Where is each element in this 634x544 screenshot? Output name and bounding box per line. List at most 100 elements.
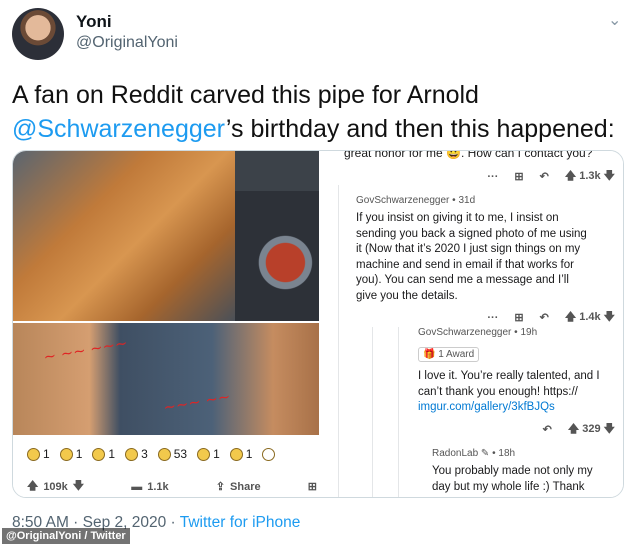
user-name[interactable]: Yoni: [76, 12, 112, 32]
comment-line: sending you back a signed photo of me us…: [356, 227, 587, 240]
score: 1.4k: [579, 311, 601, 323]
score: 1.3k: [579, 170, 601, 182]
reply-icon[interactable]: ↶: [543, 423, 552, 436]
reply-icon[interactable]: ↶: [540, 170, 549, 183]
comment-author[interactable]: GovSchwarzenegger: [418, 327, 511, 338]
vote-control[interactable]: 🡅 329 🡇: [568, 420, 615, 439]
signed-photo: ~ ~~ ~~~ ~~~ ~~: [13, 323, 319, 435]
award-icon: 🎁: [423, 349, 436, 360]
image-credit: @OriginalYoni / Twitter: [2, 528, 130, 544]
upvote-icon[interactable]: 🡅: [27, 477, 38, 496]
award-button[interactable]: ⊞: [308, 480, 317, 493]
upvote-count: 109k: [43, 480, 68, 493]
comment-body: I love it. You’re really talented, and I…: [418, 369, 622, 416]
vote-control[interactable]: 🡅 1.3k 🡇: [565, 167, 615, 186]
award-item[interactable]: 1: [27, 447, 50, 461]
award-count: 1: [75, 447, 83, 461]
comment-line: you). You can send me a message and I’ll: [356, 274, 569, 286]
comment-line: can’t thank you enough! https://: [418, 385, 578, 398]
comment-body: If you insist on giving it to me, I insi…: [356, 211, 623, 304]
award-icon: [125, 447, 139, 461]
award-count: 1: [108, 447, 116, 461]
edit-icon: ✎: [478, 448, 490, 459]
carved-pipe-photo: [13, 151, 235, 321]
score: 329: [582, 423, 601, 435]
share-label: Share: [230, 480, 261, 493]
comment-line: I love it. You’re really talented, and I: [418, 370, 600, 382]
gift-icon[interactable]: ⊞: [514, 311, 523, 324]
tweet-text: A fan on Reddit carved this pipe for Arn…: [12, 78, 622, 146]
vote-control[interactable]: 🡅 1.4k 🡇: [565, 308, 615, 327]
comments-button[interactable]: ▬ 1.1k: [131, 481, 168, 493]
comment-actions: ↶ 🡅 329 🡇: [543, 420, 615, 439]
comment-author-line: GovSchwarzenegger • 19h: [418, 327, 537, 338]
award-icon: [157, 447, 171, 461]
signature-scribble: ~ ~~ ~~~: [42, 333, 129, 367]
vote-control[interactable]: 🡅 109k 🡇: [27, 477, 84, 496]
comment-line: day but my whole life :) Thank: [432, 480, 585, 493]
comment-line: it (Now that it’s 2020 I just sign thing…: [356, 243, 581, 255]
comment-line: If you insist on giving it to me, I insi…: [356, 212, 559, 224]
tweet-source[interactable]: Twitter for iPhone: [180, 514, 301, 531]
reddit-post-screenshot: ~ ~~ ~~~ ~~~ ~~ 1 1 1 3 53 1 1 🡅 109k 🡇 ▬ 1…: [13, 151, 319, 497]
comment-line: You probably made not only my: [432, 465, 593, 477]
award-count: 1: [213, 447, 220, 461]
award-item[interactable]: 1: [229, 447, 253, 461]
award-icon: [229, 447, 243, 461]
thread-line: [372, 327, 373, 497]
award-icon: [59, 447, 73, 461]
add-award-item[interactable]: [262, 447, 276, 461]
award-badge[interactable]: 🎁 1 Award: [418, 347, 480, 362]
award-item[interactable]: 53: [157, 447, 188, 461]
signature-scribble: ~~~ ~~: [161, 387, 232, 417]
tweet-text-pre: A fan on Reddit carved this pipe for Arn…: [12, 81, 479, 109]
thread-line: [338, 185, 339, 497]
downvote-icon[interactable]: 🡇: [73, 477, 84, 496]
award-label: 1 Award: [438, 349, 475, 360]
comment-author-line: GovSchwarzenegger • 31d: [356, 195, 475, 206]
gift-icon: ⊞: [307, 481, 317, 493]
comment-age: • 18h: [489, 448, 516, 459]
award-icon: [92, 447, 106, 461]
comment-count: 1.1k: [147, 480, 169, 493]
awards-row: 1 1 1 3 53 1 1: [27, 447, 276, 461]
award-count: 1: [245, 447, 253, 461]
chevron-down-icon[interactable]: ⌄: [608, 10, 621, 30]
tweet-media-image[interactable]: ~ ~~ ~~~ ~~~ ~~ 1 1 1 3 53 1 1 🡅 109k 🡇 ▬ 1…: [12, 150, 624, 498]
award-count: 1: [43, 447, 50, 461]
imgur-link[interactable]: imgur.com/gallery/3kfBJQs: [418, 400, 622, 416]
more-icon[interactable]: ···: [487, 312, 498, 324]
comment-cut-text: great honor for me 😀. How can I contact …: [344, 150, 593, 160]
add-award-icon: [262, 447, 276, 461]
thread-line: [398, 327, 399, 497]
award-item[interactable]: 1: [59, 447, 83, 461]
award-count: 53: [173, 447, 188, 461]
comment-actions: ··· ⊞ ↶ 🡅 1.4k 🡇: [487, 308, 615, 327]
comment-icon: ▬: [131, 480, 143, 493]
award-item[interactable]: 1: [197, 447, 220, 461]
share-button[interactable]: ⇪ Share: [215, 480, 261, 494]
comment-author[interactable]: GovSchwarzenegger: [356, 195, 449, 206]
carved-pipe-side-photo: [235, 191, 319, 321]
reply-icon[interactable]: ↶: [540, 311, 549, 324]
more-icon[interactable]: ···: [487, 171, 498, 183]
avatar[interactable]: [12, 8, 64, 60]
comment-author[interactable]: RadonLab: [432, 448, 478, 459]
comment-actions: ··· ⊞ ↶ 🡅 1.3k 🡇: [487, 167, 615, 186]
mention-link[interactable]: @Schwarzenegger: [12, 115, 226, 143]
award-icon: [27, 447, 40, 461]
user-handle[interactable]: @OriginalYoni: [76, 34, 178, 52]
gift-icon[interactable]: ⊞: [514, 170, 523, 183]
award-count: 3: [141, 447, 148, 461]
comment-age: • 31d: [449, 195, 476, 206]
award-item[interactable]: 3: [125, 447, 148, 461]
award-item[interactable]: 1: [92, 447, 115, 461]
comment-author-line: RadonLab ✎ • 18h: [432, 448, 515, 459]
photo-dark-corner: [235, 151, 319, 191]
reddit-comments-screenshot: great honor for me 😀. How can I contact …: [320, 150, 623, 497]
post-actions: 🡅 109k 🡇 ▬ 1.1k ⇪ Share ⊞: [27, 477, 317, 496]
award-icon: [197, 447, 211, 461]
share-icon: ⇪: [215, 481, 226, 493]
comment-body: You probably made not only my day but my…: [432, 464, 622, 495]
tweet: Yoni @OriginalYoni ⌄ A fan on Reddit car…: [0, 0, 634, 544]
